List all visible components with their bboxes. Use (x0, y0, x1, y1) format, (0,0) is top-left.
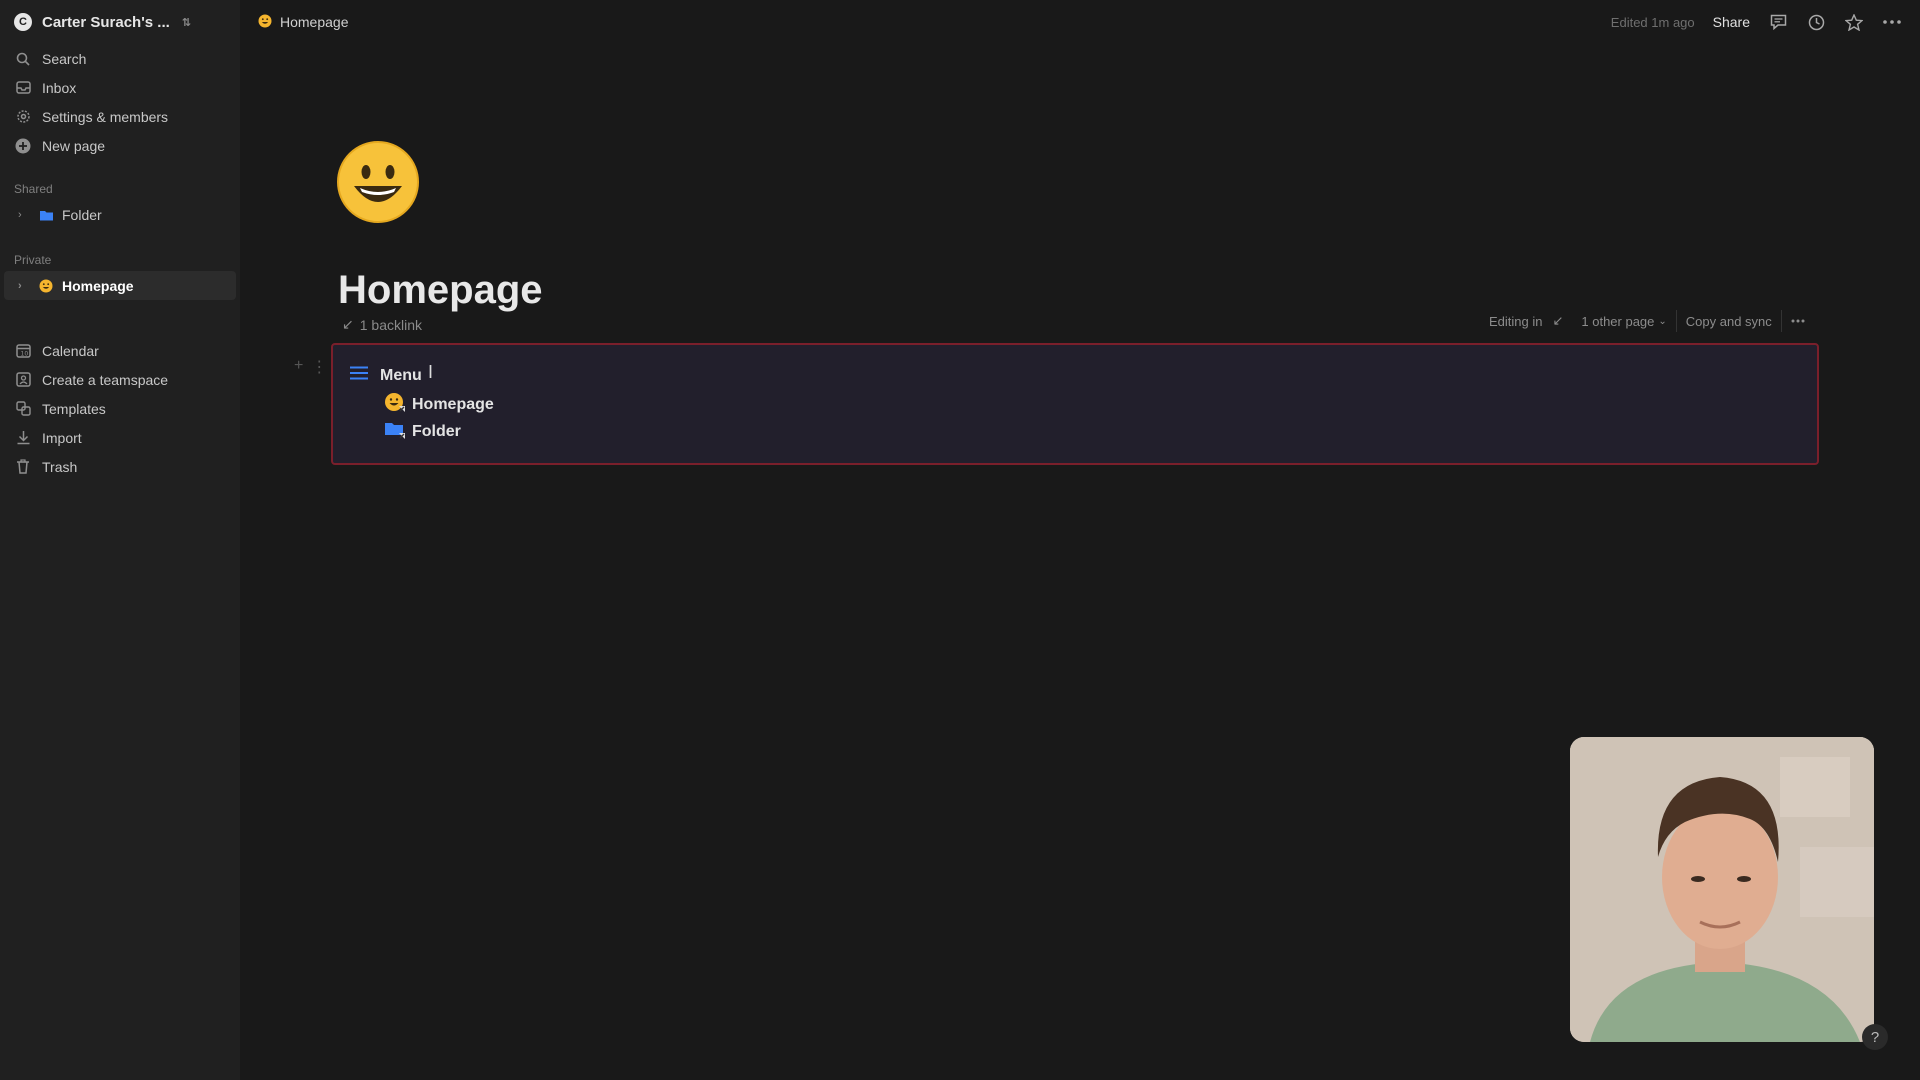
edited-timestamp: Edited 1m ago (1610, 14, 1695, 30)
chevron-updown-icon: ⇅ (181, 16, 192, 29)
search-icon (14, 50, 32, 68)
trash-icon (14, 458, 32, 476)
page-link-label: Folder (412, 422, 461, 440)
backlink-label: 1 backlink (359, 316, 422, 333)
menu-label: Menu (380, 366, 422, 384)
page-icon-smiley[interactable] (336, 140, 420, 224)
sidebar-item-label: Inbox (42, 79, 77, 96)
sidebar-item-label: Folder (62, 206, 102, 223)
backlink-arrow-icon: ↙ (1552, 313, 1564, 328)
sidebar-item-create-teamspace[interactable]: Create a teamspace (0, 365, 240, 394)
sidebar-item-inbox[interactable]: Inbox (0, 73, 240, 102)
sidebar-item-calendar[interactable]: 10 Calendar (0, 336, 240, 365)
topbar: Homepage Edited 1m ago Share (240, 0, 1920, 44)
sidebar-item-label: Import (42, 429, 82, 446)
more-options-icon[interactable] (1882, 12, 1902, 32)
sidebar-item-label: Calendar (42, 342, 99, 359)
sidebar-item-folder[interactable]: › Folder (4, 200, 236, 229)
sidebar-item-label: Settings & members (42, 108, 169, 125)
calendar-icon: 10 (14, 342, 32, 360)
inbox-icon (14, 79, 32, 97)
templates-icon (14, 400, 32, 418)
svg-text:10: 10 (20, 351, 28, 358)
smiley-icon (384, 392, 406, 417)
sidebar-item-label: Templates (42, 400, 106, 417)
history-clock-icon[interactable] (1806, 12, 1826, 32)
chevron-right-icon[interactable]: › (18, 280, 30, 292)
sidebar-item-homepage[interactable]: › Homepage (4, 271, 236, 300)
sidebar-item-label: Create a teamspace (42, 371, 169, 388)
sidebar-item-templates[interactable]: Templates (0, 394, 240, 423)
hamburger-icon (350, 366, 368, 385)
chevron-right-icon[interactable]: › (18, 209, 30, 221)
sidebar-item-settings[interactable]: Settings & members (0, 102, 240, 131)
sidebar-item-label: Trash (42, 458, 78, 475)
more-options-icon[interactable] (1782, 306, 1814, 336)
copy-and-sync-button[interactable]: Copy and sync (1677, 306, 1781, 336)
text-cursor-icon: I (428, 362, 434, 382)
sidebar-item-label: Search (42, 50, 87, 67)
folder-icon (38, 207, 54, 223)
synced-block[interactable] (331, 343, 1819, 465)
breadcrumb[interactable]: Homepage (258, 14, 349, 31)
sidebar: C Carter Surach's ... ⇅ Search Inbox Set… (0, 0, 240, 1080)
webcam-overlay (1570, 737, 1874, 1042)
page-title[interactable]: Homepage (338, 262, 543, 318)
private-section-label: Private (14, 253, 52, 267)
workspace-switcher[interactable]: C Carter Surach's ... ⇅ (0, 0, 240, 44)
gear-icon (14, 108, 32, 126)
other-page-dropdown[interactable]: 1 other page ⌄ (1572, 306, 1675, 336)
sidebar-item-import[interactable]: Import (0, 423, 240, 452)
help-button[interactable]: ? (1862, 1024, 1888, 1050)
synced-block-toolbar: Editing in ↙ 1 other page ⌄ Copy and syn… (1480, 306, 1814, 336)
presenter-video-image (1570, 737, 1874, 1042)
sidebar-item-label: Homepage (62, 277, 134, 294)
import-icon (14, 429, 32, 447)
plus-circle-icon (14, 137, 32, 155)
folder-icon (384, 419, 406, 444)
sidebar-item-trash[interactable]: Trash (0, 452, 240, 481)
smiley-icon (258, 14, 272, 31)
shared-section-label: Shared (14, 182, 53, 196)
other-page-text: 1 other page (1581, 313, 1655, 329)
comments-icon[interactable] (1768, 12, 1788, 32)
add-block-icon[interactable]: + (294, 357, 303, 377)
page-link-homepage[interactable]: Homepage (384, 392, 494, 417)
smiley-icon (38, 278, 54, 294)
sidebar-item-label: New page (42, 137, 106, 154)
menu-toggle[interactable]: Menu (350, 366, 422, 385)
editing-in-label: Editing in ↙ (1480, 306, 1572, 336)
backlink[interactable]: ↙ 1 backlink (342, 316, 422, 333)
workspace-avatar-icon: C (14, 13, 32, 31)
sidebar-item-new-page[interactable]: New page (0, 131, 240, 160)
page-link-folder[interactable]: Folder (384, 419, 461, 444)
sidebar-item-search[interactable]: Search (0, 44, 240, 73)
workspace-name: Carter Surach's ... (42, 13, 170, 31)
backlink-arrow-icon: ↙ (342, 316, 354, 332)
page-link-label: Homepage (412, 395, 494, 413)
editing-in-text: Editing in (1489, 313, 1543, 329)
breadcrumb-label: Homepage (280, 14, 349, 30)
star-icon[interactable] (1844, 12, 1864, 32)
share-button[interactable]: Share (1713, 14, 1750, 30)
teamspace-icon (14, 371, 32, 389)
chevron-down-icon: ⌄ (1658, 315, 1667, 327)
